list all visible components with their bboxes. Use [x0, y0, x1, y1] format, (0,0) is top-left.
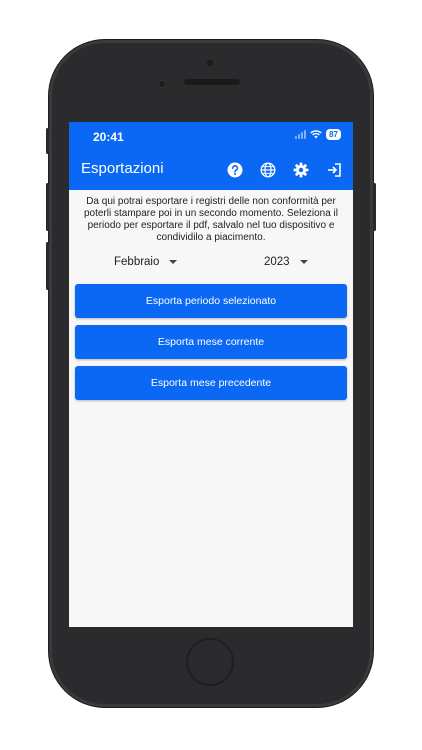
logout-button[interactable]: [323, 159, 345, 181]
export-description: Da qui potrai esportare i registri delle…: [83, 196, 339, 243]
language-button[interactable]: [257, 159, 279, 181]
chevron-down-icon: [169, 260, 178, 264]
month-dropdown[interactable]: Febbraio: [114, 256, 178, 268]
phone-volume-up: [46, 183, 49, 231]
wifi-icon: [310, 130, 322, 139]
export-previous-month-button[interactable]: Esporta mese precedente: [75, 366, 347, 400]
export-current-month-button[interactable]: Esporta mese corrente: [75, 325, 347, 359]
battery-icon: 87: [326, 129, 341, 140]
export-selected-period-button[interactable]: Esporta periodo selezionato: [75, 284, 347, 318]
help-button[interactable]: [224, 159, 246, 181]
phone-volume-down: [46, 242, 49, 290]
month-value: Febbraio: [114, 256, 160, 268]
page-title: Esportazioni: [81, 160, 164, 177]
phone-side-button: [46, 128, 49, 154]
status-indicators: 87: [295, 129, 341, 140]
app-screen: 20:41 87 Esportazioni Da qui potrai espo…: [69, 122, 353, 627]
front-camera: [158, 80, 166, 88]
phone-sensor: [207, 60, 213, 66]
home-button[interactable]: [186, 638, 234, 686]
phone-power-button: [373, 183, 376, 231]
app-bar: Esportazioni: [69, 150, 353, 190]
settings-button[interactable]: [290, 159, 312, 181]
year-value: 2023: [264, 256, 290, 268]
status-bar: 20:41 87: [69, 122, 353, 150]
period-selectors: Febbraio 2023: [77, 244, 345, 284]
help-icon: [227, 162, 243, 178]
chevron-down-icon: [299, 260, 308, 264]
status-time: 20:41: [93, 130, 124, 144]
signal-icon: [295, 130, 307, 139]
year-dropdown[interactable]: 2023: [264, 256, 308, 268]
app-bar-actions: [224, 159, 345, 181]
globe-icon: [260, 162, 276, 178]
logout-icon: [328, 163, 341, 177]
export-content: Da qui potrai esportare i registri delle…: [69, 190, 353, 400]
phone-speaker: [184, 79, 240, 85]
gear-icon: [293, 162, 309, 178]
